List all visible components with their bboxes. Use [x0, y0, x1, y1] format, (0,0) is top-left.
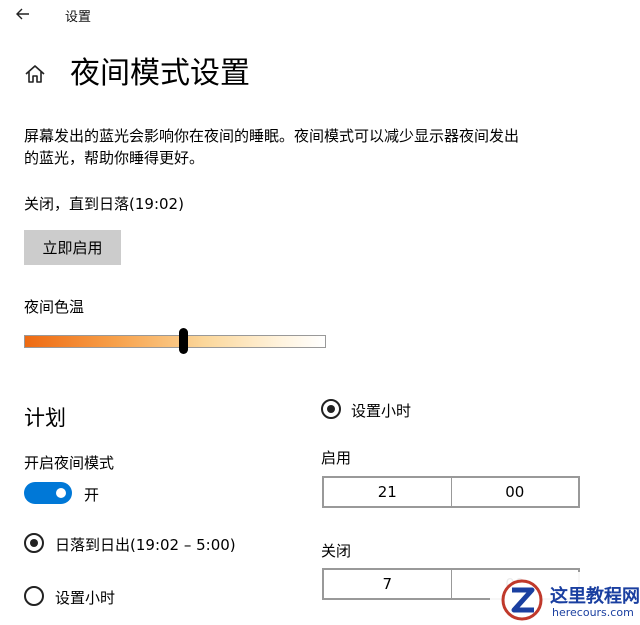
set-hours-radio[interactable]: [24, 586, 44, 606]
color-temperature-label: 夜间色温: [24, 298, 85, 316]
off-time-label: 关闭: [321, 542, 352, 560]
window-title: 设置: [65, 10, 92, 25]
schedule-heading: 计划: [24, 406, 66, 430]
page-title: 夜间模式设置: [70, 56, 250, 91]
status-text: 关闭，直到日落(19:02): [24, 195, 184, 213]
home-icon[interactable]: [24, 63, 46, 85]
enable-time-picker[interactable]: 21 00: [322, 476, 580, 508]
night-mode-toggle[interactable]: [24, 482, 72, 504]
enable-time-label: 启用: [321, 449, 352, 467]
sunset-to-sunrise-radio[interactable]: [24, 533, 44, 553]
radio-selected-dot: [327, 405, 335, 413]
enable-hour-field[interactable]: 21: [324, 478, 451, 506]
description-text: 屏幕发出的蓝光会影响你在夜间的睡眠。夜间模式可以减少显示器夜间发出的蓝光，帮助你…: [24, 127, 520, 167]
watermark-url: herecours.com: [552, 606, 634, 619]
radio-selected-dot: [30, 539, 38, 547]
back-arrow-icon[interactable]: [12, 3, 34, 25]
night-mode-toggle-label: 开启夜间模式: [24, 454, 115, 472]
toggle-state-text: 开: [84, 486, 100, 504]
sunset-to-sunrise-label[interactable]: 日落到日出(19:02 – 5:00): [55, 534, 236, 555]
toggle-knob: [56, 488, 66, 498]
watermark-text: 这里教程网: [550, 586, 640, 607]
off-hour-field[interactable]: 7: [324, 570, 451, 598]
set-hours-radio-right[interactable]: [321, 399, 341, 419]
set-hours-label[interactable]: 设置小时: [55, 587, 115, 608]
enable-now-button[interactable]: 立即启用: [24, 230, 121, 265]
color-temperature-slider[interactable]: [24, 335, 326, 348]
slider-thumb[interactable]: [179, 328, 188, 354]
enable-minute-field[interactable]: 00: [450, 478, 579, 506]
set-hours-label-right[interactable]: 设置小时: [351, 400, 411, 421]
